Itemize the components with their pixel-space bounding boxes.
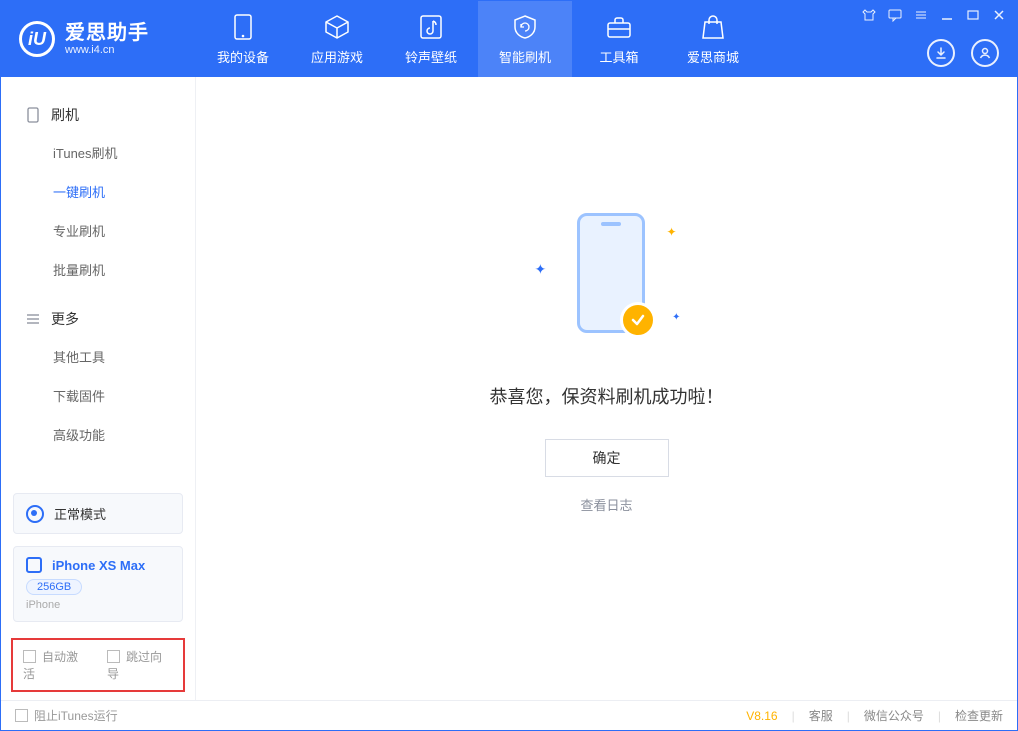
success-message: 恭喜您，保资料刷机成功啦！ — [490, 383, 724, 409]
separator: | — [792, 709, 795, 723]
check-update-link[interactable]: 检查更新 — [955, 707, 1003, 724]
toolbox-icon — [605, 13, 633, 41]
sidebar-item-firmware[interactable]: 下载固件 — [1, 376, 195, 415]
sidebar-item-other-tools[interactable]: 其他工具 — [1, 337, 195, 376]
phone-illustration-icon — [577, 213, 645, 333]
checkbox-block-itunes[interactable]: 阻止iTunes运行 — [15, 707, 118, 724]
sparkle-icon: ✦ — [666, 225, 676, 239]
sparkle-icon: ✦ — [535, 261, 547, 278]
check-badge-icon — [620, 302, 656, 338]
body: 刷机 iTunes刷机 一键刷机 专业刷机 批量刷机 更多 其他工具 下载固件 … — [1, 77, 1017, 700]
tab-store[interactable]: 爱思商城 — [666, 1, 760, 77]
status-bar: 阻止iTunes运行 V8.16 | 客服 | 微信公众号 | 检查更新 — [1, 700, 1017, 730]
checkbox-auto-activate[interactable]: 自动激活 — [23, 648, 89, 682]
tab-label: 我的设备 — [217, 47, 269, 66]
skin-icon[interactable] — [861, 7, 877, 23]
ok-button[interactable]: 确定 — [545, 439, 669, 477]
sidebar: 刷机 iTunes刷机 一键刷机 专业刷机 批量刷机 更多 其他工具 下载固件 … — [1, 77, 196, 700]
sidebar-item-advanced[interactable]: 高级功能 — [1, 415, 195, 454]
maximize-icon[interactable] — [965, 7, 981, 23]
music-note-icon — [419, 13, 443, 41]
tab-label: 智能刷机 — [499, 47, 551, 66]
highlighted-options: 自动激活 跳过向导 — [11, 638, 185, 692]
tab-label: 应用游戏 — [311, 47, 363, 66]
phone-outline-icon — [25, 107, 41, 123]
tab-label: 铃声壁纸 — [405, 47, 457, 66]
cube-icon — [324, 13, 350, 41]
sparkle-icon: ✦ — [672, 312, 680, 323]
tab-toolbox[interactable]: 工具箱 — [572, 1, 666, 77]
user-icon[interactable] — [971, 39, 999, 67]
device-mode-card[interactable]: 正常模式 — [13, 493, 183, 534]
separator: | — [847, 709, 850, 723]
phone-icon — [234, 13, 252, 41]
window-controls — [861, 7, 1007, 23]
customer-service-link[interactable]: 客服 — [809, 707, 833, 724]
close-icon[interactable] — [991, 7, 1007, 23]
checkbox-icon — [107, 650, 120, 663]
sidebar-item-onekey-flash[interactable]: 一键刷机 — [1, 172, 195, 211]
tab-my-device[interactable]: 我的设备 — [196, 1, 290, 77]
tab-label: 工具箱 — [599, 47, 638, 66]
sidebar-group-more: 更多 — [1, 301, 195, 337]
shopping-bag-icon — [701, 13, 725, 41]
tab-label: 爱思商城 — [687, 47, 739, 66]
app-header: iU 爱思助手 www.i4.cn 我的设备 应用游戏 铃声壁纸 — [1, 1, 1017, 77]
app-name-en: www.i4.cn — [65, 45, 149, 56]
success-illustration: ✦ ✦ ✦ — [507, 203, 707, 353]
tab-flash[interactable]: 智能刷机 — [478, 1, 572, 77]
app-name-zh: 爱思助手 — [65, 23, 149, 43]
wechat-link[interactable]: 微信公众号 — [864, 707, 924, 724]
refresh-shield-icon — [512, 13, 538, 41]
sidebar-item-itunes-flash[interactable]: iTunes刷机 — [1, 133, 195, 172]
list-icon — [25, 311, 41, 327]
version-label: V8.16 — [746, 709, 777, 723]
separator: | — [938, 709, 941, 723]
status-dot-icon — [26, 505, 44, 523]
device-name-row: iPhone XS Max — [26, 557, 170, 573]
tab-ringtones[interactable]: 铃声壁纸 — [384, 1, 478, 77]
checkbox-icon — [23, 650, 36, 663]
footer-right: V8.16 | 客服 | 微信公众号 | 检查更新 — [746, 707, 1003, 724]
checkbox-label: 阻止iTunes运行 — [34, 709, 118, 723]
tab-apps[interactable]: 应用游戏 — [290, 1, 384, 77]
checkbox-skip-guide[interactable]: 跳过向导 — [107, 648, 173, 682]
sidebar-item-pro-flash[interactable]: 专业刷机 — [1, 211, 195, 250]
app-logo-icon: iU — [19, 21, 55, 57]
sidebar-item-batch-flash[interactable]: 批量刷机 — [1, 250, 195, 289]
sidebar-group-label: 更多 — [51, 309, 79, 329]
header-right-icons — [927, 39, 999, 67]
device-storage: 256GB — [26, 579, 82, 595]
device-name: iPhone XS Max — [52, 558, 145, 573]
phone-mini-icon — [26, 557, 42, 573]
sidebar-group-flash: 刷机 — [1, 97, 195, 133]
menu-icon[interactable] — [913, 7, 929, 23]
logo-section: iU 爱思助手 www.i4.cn — [1, 21, 196, 57]
device-info-card[interactable]: iPhone XS Max 256GB iPhone — [13, 546, 183, 622]
device-mode-label: 正常模式 — [54, 504, 106, 523]
main-content: ✦ ✦ ✦ 恭喜您，保资料刷机成功啦！ 确定 查看日志 — [196, 77, 1017, 700]
minimize-icon[interactable] — [939, 7, 955, 23]
footer-left: 阻止iTunes运行 — [15, 707, 118, 724]
view-log-link[interactable]: 查看日志 — [580, 495, 632, 514]
download-icon[interactable] — [927, 39, 955, 67]
app-logo-text: 爱思助手 www.i4.cn — [65, 23, 149, 56]
feedback-icon[interactable] — [887, 7, 903, 23]
nav-tabs: 我的设备 应用游戏 铃声壁纸 智能刷机 工具箱 — [196, 1, 760, 77]
checkbox-icon — [15, 709, 28, 722]
device-type: iPhone — [26, 599, 170, 611]
sidebar-group-label: 刷机 — [51, 105, 79, 125]
